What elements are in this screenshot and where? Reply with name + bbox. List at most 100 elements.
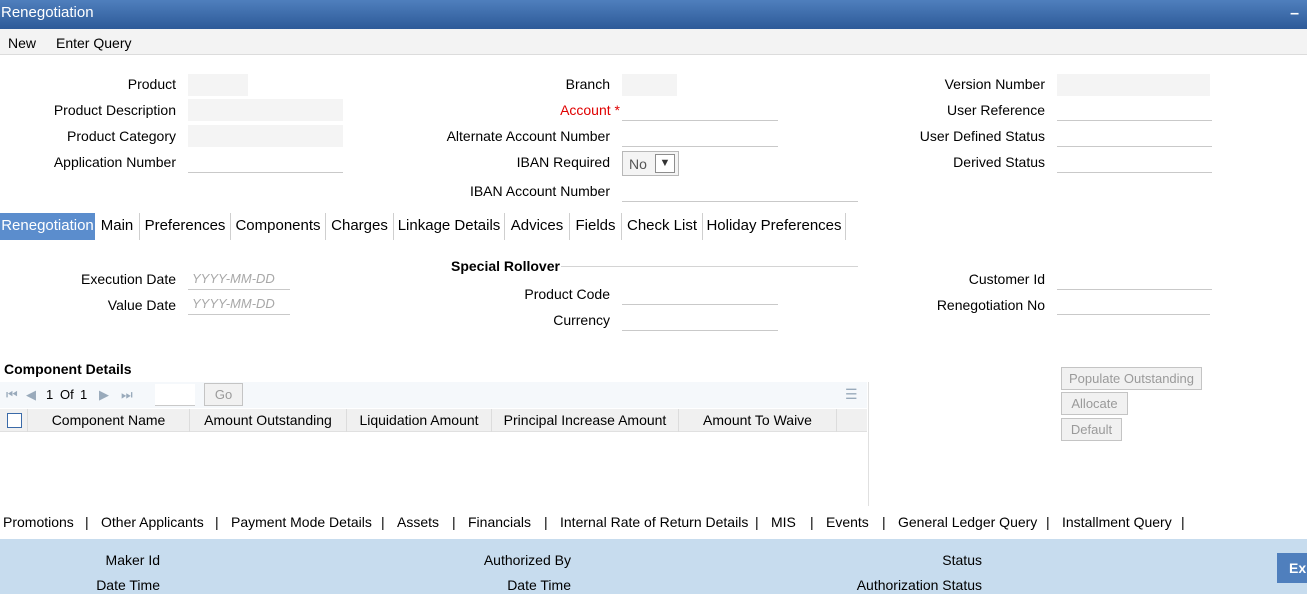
default-button[interactable]: Default [1061, 418, 1122, 441]
product-label: Product [127, 76, 176, 92]
customer-id-label: Customer Id [968, 271, 1045, 287]
value-date-field[interactable] [188, 293, 290, 315]
column-header[interactable]: Amount To Waive [679, 409, 837, 432]
total-pages: 1 [80, 387, 88, 402]
account-label: Account * [400, 102, 620, 118]
allocate-button[interactable]: Allocate [1061, 392, 1128, 415]
renegotiation-no-label: Renegotiation No [936, 297, 1045, 313]
link-separator: | [810, 514, 814, 530]
account-label-text: Account [560, 102, 611, 118]
select-all-cell [0, 409, 28, 432]
required-marker: * [614, 102, 620, 118]
product-code-field[interactable] [622, 283, 778, 305]
audit-footer: Maker Id Date Time Authorized By Date Ti… [0, 539, 1307, 594]
iban-required-value: No [629, 156, 647, 172]
chevron-down-icon: ▼ [655, 154, 675, 173]
toolbar: New Enter Query [0, 29, 1307, 55]
product-category-field[interactable] [188, 125, 343, 147]
user-reference-field[interactable] [1057, 99, 1212, 121]
first-page-icon[interactable]: ⏮ [6, 387, 18, 403]
link-separator: | [85, 514, 89, 530]
account-field[interactable] [622, 99, 778, 121]
tab-charges[interactable]: Charges [326, 213, 394, 240]
tab-components[interactable]: Components [231, 213, 326, 240]
version-number-field[interactable] [1057, 74, 1210, 96]
populate-outstanding-button[interactable]: Populate Outstanding [1061, 367, 1202, 390]
tab-fields[interactable]: Fields [570, 213, 622, 240]
tab-linkage-details[interactable]: Linkage Details [394, 213, 505, 240]
tab-advices[interactable]: Advices [505, 213, 570, 240]
product-field[interactable] [188, 74, 248, 96]
authorization-status-label: Authorization Status [856, 577, 982, 593]
iban-required-select[interactable]: No ▼ [622, 151, 679, 176]
renegotiation-no-field[interactable] [1057, 293, 1210, 315]
link-separator: | [755, 514, 759, 530]
product-category-label: Product Category [67, 128, 176, 144]
link-installment-query[interactable]: Installment Query [1062, 514, 1172, 530]
link-separator: | [215, 514, 219, 530]
currency-field[interactable] [622, 309, 778, 331]
column-header[interactable]: Liquidation Amount [347, 409, 492, 432]
value-date-label: Value Date [107, 297, 176, 313]
product-code-label: Product Code [524, 286, 610, 302]
tab-check-list[interactable]: Check List [622, 213, 703, 240]
link-other-applicants[interactable]: Other Applicants [101, 514, 204, 530]
derived-status-label: Derived Status [953, 154, 1045, 170]
minimize-button[interactable]: – [1290, 5, 1299, 23]
application-number-field[interactable] [188, 151, 343, 173]
branch-field[interactable] [622, 74, 677, 96]
link-promotions[interactable]: Promotions [3, 514, 74, 530]
last-page-icon[interactable]: ⏭ [121, 387, 133, 403]
tab-main[interactable]: Main [95, 213, 140, 240]
next-page-icon[interactable]: ▶ [99, 387, 109, 403]
column-header[interactable]: Component Name [28, 409, 190, 432]
user-defined-status-label: User Defined Status [919, 128, 1045, 144]
maker-id-label: Maker Id [105, 552, 160, 568]
current-page: 1 [46, 387, 54, 402]
link-separator: | [452, 514, 456, 530]
link-mis[interactable]: MIS [771, 514, 796, 530]
special-rollover-title: Special Rollover [451, 258, 560, 274]
new-button[interactable]: New [8, 35, 36, 51]
tab-renegotiation[interactable]: Renegotiation [0, 213, 95, 240]
currency-label: Currency [553, 312, 610, 328]
customer-id-field[interactable] [1057, 268, 1212, 290]
maker-date-time-label: Date Time [96, 577, 160, 593]
execution-date-label: Execution Date [81, 271, 176, 287]
previous-page-icon[interactable]: ◀ [26, 387, 36, 403]
user-reference-label: User Reference [946, 102, 1045, 118]
link-separator: | [544, 514, 548, 530]
tab-preferences[interactable]: Preferences [140, 213, 231, 240]
go-button[interactable]: Go [204, 383, 243, 406]
alternate-account-number-label: Alternate Account Number [446, 128, 610, 144]
branch-label: Branch [565, 76, 610, 92]
window-title: Renegotiation [1, 4, 94, 21]
page-of-label: Of [60, 387, 74, 402]
link-assets[interactable]: Assets [397, 514, 439, 530]
link-separator: | [1181, 514, 1185, 530]
iban-account-number-field[interactable] [622, 180, 858, 202]
execution-date-field[interactable] [188, 268, 290, 290]
link-internal-rate-of-return-details[interactable]: Internal Rate of Return Details [560, 514, 748, 530]
select-all-checkbox[interactable] [7, 413, 22, 428]
column-settings-icon[interactable]: ☰ [845, 386, 858, 403]
exit-button[interactable]: Ex [1277, 553, 1307, 583]
user-defined-status-field[interactable] [1057, 125, 1212, 147]
component-details-grid: ⏮ ◀ 1 Of 1 ▶ ⏭ Go ☰ Component Name Amoun… [0, 382, 869, 506]
link-general-ledger-query[interactable]: General Ledger Query [898, 514, 1037, 530]
derived-status-field[interactable] [1057, 151, 1212, 173]
checker-date-time-label: Date Time [507, 577, 571, 593]
iban-account-number-label: IBAN Account Number [469, 183, 610, 199]
tab-holiday-preferences[interactable]: Holiday Preferences [703, 213, 846, 240]
alternate-account-number-field[interactable] [622, 125, 778, 147]
link-events[interactable]: Events [826, 514, 869, 530]
link-payment-mode-details[interactable]: Payment Mode Details [231, 514, 372, 530]
product-description-field[interactable] [188, 99, 343, 121]
window-title-bar: Renegotiation – [0, 0, 1307, 29]
link-separator: | [381, 514, 385, 530]
column-header[interactable]: Principal Increase Amount [492, 409, 679, 432]
column-header[interactable]: Amount Outstanding [190, 409, 347, 432]
page-number-input[interactable] [155, 384, 195, 406]
enter-query-button[interactable]: Enter Query [56, 35, 131, 51]
link-financials[interactable]: Financials [468, 514, 531, 530]
